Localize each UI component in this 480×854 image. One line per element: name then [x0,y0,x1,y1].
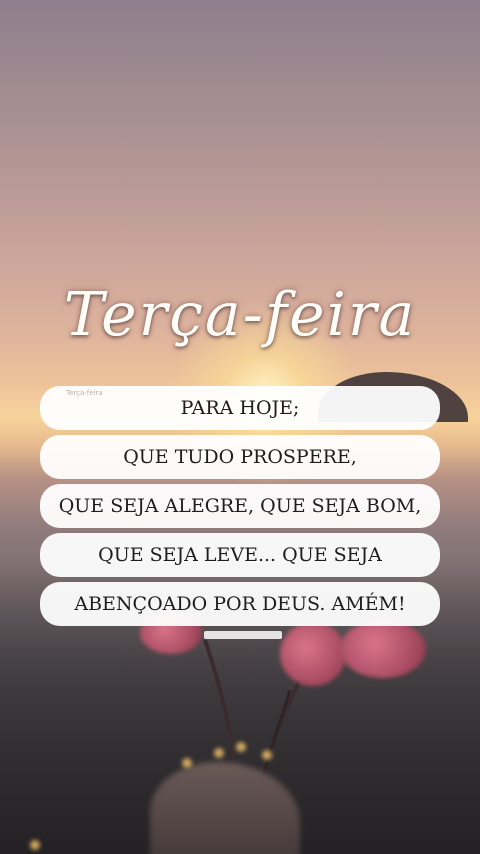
message-line: QUE SEJA ALEGRE, QUE SEJA BOM, [40,484,440,528]
bokeh-light [214,748,224,758]
flower-petal [280,622,346,686]
message-line: QUE TUDO PROSPERE, [40,435,440,479]
message-box: PARA HOJE; QUE TUDO PROSPERE, QUE SEJA A… [40,386,440,631]
watermark: Terça-feira [66,389,103,397]
bokeh-light [182,758,192,768]
decorative-bar [204,631,282,639]
bokeh-light [236,742,246,752]
message-line: QUE SEJA LEVE... QUE SEJA [40,533,440,577]
background-photo: Terça-feira PARA HOJE; QUE TUDO PROSPERE… [0,0,480,854]
day-title: Terça-feira [63,280,417,350]
bokeh-light [30,840,40,850]
bokeh-light [262,750,272,760]
message-line: ABENÇOADO POR DEUS. AMÉM! [40,582,440,626]
